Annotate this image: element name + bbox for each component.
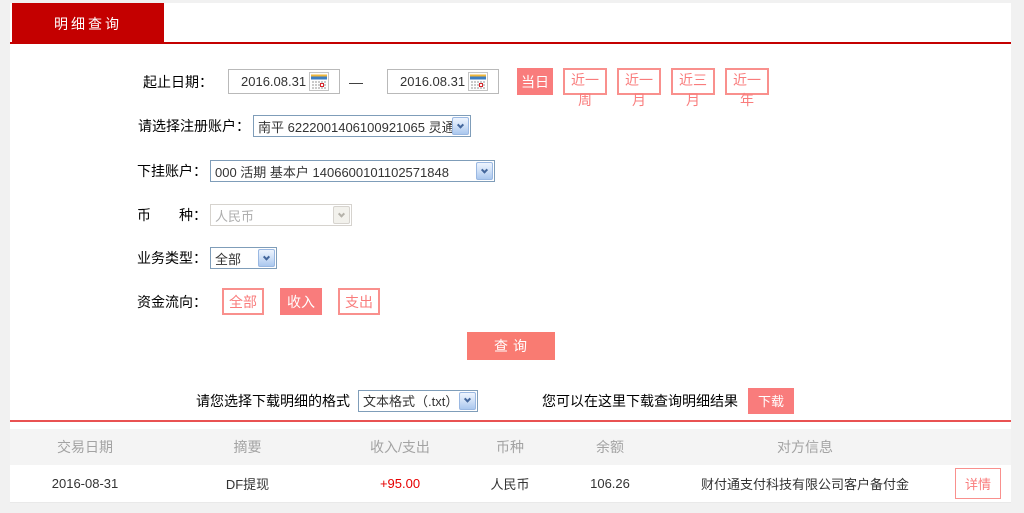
col-header-amount: 收入/支出 xyxy=(335,437,465,457)
cell-amount: +95.00 xyxy=(335,476,465,491)
business-type-select[interactable]: 全部 xyxy=(210,247,277,269)
cell-currency: 人民币 xyxy=(465,474,555,493)
fund-flow-all-button[interactable]: 全部 xyxy=(222,288,264,315)
registered-account-label: 请选择注册账户： xyxy=(10,116,250,136)
fund-flow-row: 资金流向： 全部 收入 支出 xyxy=(10,288,1011,315)
fund-flow-expense-button[interactable]: 支出 xyxy=(338,288,380,315)
red-separator xyxy=(10,420,1011,422)
sub-account-value: 000 活期 基本户 1406600101102571848 xyxy=(211,162,476,181)
chevron-down-icon[interactable] xyxy=(258,249,275,267)
date-range-label: 起止日期： xyxy=(10,72,213,92)
download-format-select[interactable]: 文本格式（.txt） xyxy=(358,390,478,412)
end-date-input[interactable] xyxy=(388,74,468,89)
calendar-icon[interactable] xyxy=(309,72,329,91)
download-hint: 您可以在这里下载查询明细结果 xyxy=(542,391,738,411)
chevron-down-icon[interactable] xyxy=(459,392,476,410)
detail-query-panel: 明细查询 起止日期： xyxy=(10,3,1011,503)
cell-balance: 106.26 xyxy=(555,476,665,491)
col-header-counterparty: 对方信息 xyxy=(665,437,945,457)
download-row: 请您选择下载明细的格式 文本格式（.txt） 您可以在这里下载查询明细结果 下载 xyxy=(196,387,1011,414)
registered-account-value: 南平 6222001406100921065 灵通卡 xyxy=(254,117,452,136)
quick-month-button[interactable]: 近一月 xyxy=(617,68,661,95)
query-row: 查询 xyxy=(10,332,1011,360)
chevron-down-icon[interactable] xyxy=(452,117,469,135)
cell-counterparty: 财付通支付科技有限公司客户备付金 xyxy=(665,474,945,493)
page: 明细查询 起止日期： xyxy=(0,0,1024,513)
col-header-balance: 余额 xyxy=(555,437,665,457)
cell-summary: DF提现 xyxy=(160,474,335,493)
business-type-value: 全部 xyxy=(211,249,258,268)
sub-account-row: 下挂账户： 000 活期 基本户 1406600101102571848 xyxy=(10,159,1011,183)
cell-date: 2016-08-31 xyxy=(10,476,160,491)
col-header-summary: 摘要 xyxy=(160,437,335,457)
tab-bar: 明细查询 xyxy=(10,3,1011,44)
quick-today-button[interactable]: 当日 xyxy=(517,68,553,95)
business-type-label: 业务类型： xyxy=(10,248,207,268)
business-type-row: 业务类型： 全部 xyxy=(10,247,1011,269)
col-header-currency: 币种 xyxy=(465,437,555,457)
date-separator: — xyxy=(349,74,363,90)
quick-year-button[interactable]: 近一年 xyxy=(725,68,769,95)
download-format-label: 请您选择下载明细的格式 xyxy=(196,391,350,411)
fund-flow-income-button[interactable]: 收入 xyxy=(280,288,322,315)
registered-account-row: 请选择注册账户： 南平 6222001406100921065 灵通卡 xyxy=(10,114,1011,138)
start-date-field[interactable] xyxy=(228,69,340,94)
currency-row: 币 种： 人民币 xyxy=(10,204,1011,226)
chevron-down-icon[interactable] xyxy=(476,162,493,180)
download-format-value: 文本格式（.txt） xyxy=(359,391,459,410)
quick-3months-button[interactable]: 近三月 xyxy=(671,68,715,95)
detail-button[interactable]: 详情 xyxy=(955,468,1001,499)
currency-label: 币 种： xyxy=(10,205,207,225)
end-date-field[interactable] xyxy=(387,69,499,94)
currency-value: 人民币 xyxy=(211,206,333,225)
query-button[interactable]: 查询 xyxy=(467,332,555,360)
col-header-date: 交易日期 xyxy=(10,437,160,457)
calendar-icon[interactable] xyxy=(468,72,488,91)
fund-flow-label: 资金流向： xyxy=(10,292,207,312)
registered-account-select[interactable]: 南平 6222001406100921065 灵通卡 xyxy=(253,115,471,137)
currency-select: 人民币 xyxy=(210,204,352,226)
start-date-input[interactable] xyxy=(229,74,309,89)
sub-account-select[interactable]: 000 活期 基本户 1406600101102571848 xyxy=(210,160,495,182)
tab-detail-query[interactable]: 明细查询 xyxy=(12,3,164,44)
download-button[interactable]: 下载 xyxy=(748,388,794,414)
date-range-row: 起止日期： — xyxy=(10,68,1011,95)
table-header: 交易日期 摘要 收入/支出 币种 余额 对方信息 xyxy=(10,429,1011,465)
table-row: 2016-08-31 DF提现 +95.00 人民币 106.26 财付通支付科… xyxy=(10,465,1011,503)
quick-week-button[interactable]: 近一周 xyxy=(563,68,607,95)
chevron-down-icon xyxy=(333,206,350,224)
sub-account-label: 下挂账户： xyxy=(10,161,207,181)
